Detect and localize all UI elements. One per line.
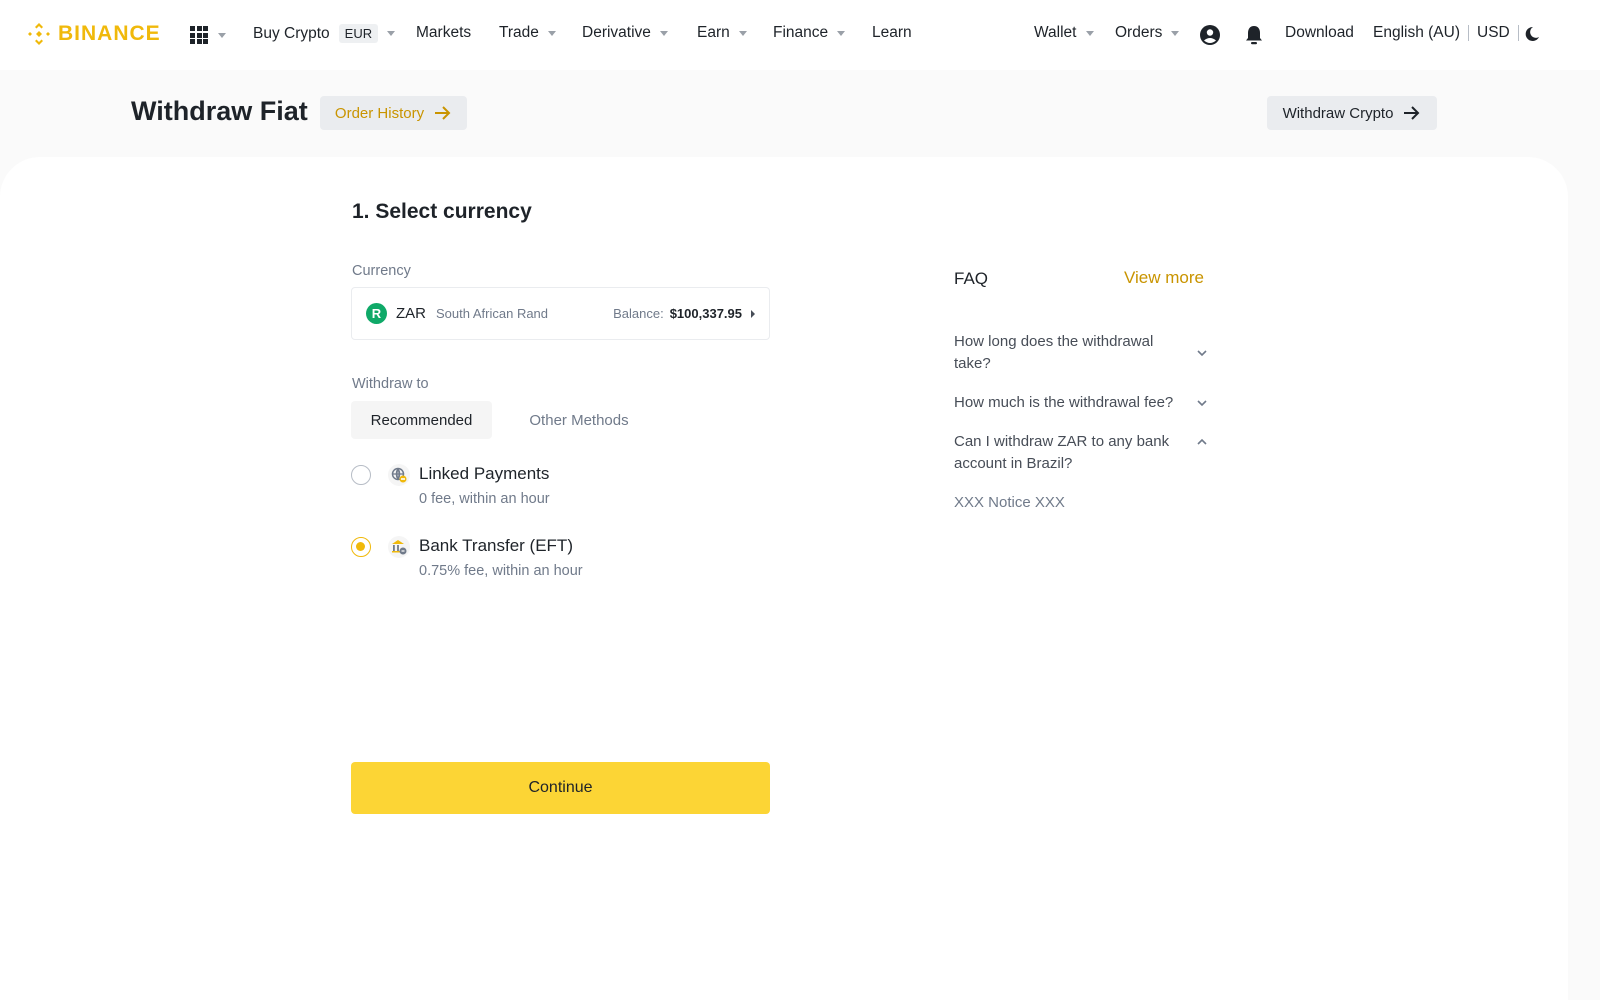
caret-right-icon bbox=[751, 309, 755, 318]
nav-trade-label: Trade bbox=[499, 24, 539, 41]
language-selector[interactable]: English (AU) bbox=[1373, 24, 1460, 42]
caret-down-icon bbox=[837, 30, 846, 36]
nav-learn[interactable]: Learn bbox=[872, 24, 912, 42]
method-radio-selected[interactable] bbox=[351, 537, 371, 557]
divider bbox=[1517, 25, 1519, 41]
faq-answer-notice: XXX Notice XXX bbox=[954, 494, 1065, 511]
apps-grid-icon bbox=[190, 26, 208, 44]
nav-buy-crypto[interactable]: Buy Crypto EUR bbox=[253, 24, 396, 43]
nav-earn-label: Earn bbox=[697, 24, 730, 41]
globe-card-icon bbox=[388, 464, 410, 486]
caret-down-icon bbox=[1085, 30, 1094, 36]
currency-name: South African Rand bbox=[436, 306, 549, 321]
faq-question-expanded[interactable]: Can I withdraw ZAR to any bank account i… bbox=[954, 431, 1214, 475]
chevron-up-icon bbox=[1197, 438, 1207, 445]
method-subtitle: 0.75% fee, within an hour bbox=[419, 563, 583, 579]
fiat-currency-badge: EUR bbox=[338, 24, 379, 43]
tab-other-methods[interactable]: Other Methods bbox=[510, 401, 648, 439]
caret-down-icon bbox=[547, 30, 556, 36]
top-nav-bar: BINANCE Buy Crypto EUR Markets Trade Der… bbox=[0, 0, 1600, 70]
faq-question-text: Can I withdraw ZAR to any bank account i… bbox=[954, 433, 1170, 472]
apps-menu-button[interactable] bbox=[190, 26, 226, 44]
faq-question[interactable]: How much is the withdrawal fee? bbox=[954, 392, 1214, 414]
faq-question-text: How long does the withdrawal take? bbox=[954, 333, 1154, 372]
page-title: Withdraw Fiat bbox=[131, 96, 308, 126]
faq-title: FAQ bbox=[954, 269, 989, 288]
caret-down-icon bbox=[738, 30, 747, 36]
currency-select[interactable]: R ZAR South African Rand Balance: $100,3… bbox=[351, 287, 770, 340]
binance-diamond-icon bbox=[28, 23, 50, 45]
currency-label: Currency bbox=[352, 263, 411, 279]
nav-finance[interactable]: Finance bbox=[773, 24, 846, 42]
method-radio[interactable] bbox=[351, 465, 371, 485]
profile-icon bbox=[1200, 25, 1220, 45]
binance-logo[interactable]: BINANCE bbox=[26, 21, 161, 47]
locale-settings: English (AU) USD bbox=[1373, 24, 1519, 42]
caret-down-icon bbox=[387, 31, 396, 36]
chevron-down-icon bbox=[1197, 350, 1207, 357]
nav-buy-crypto-label: Buy Crypto bbox=[253, 24, 330, 42]
withdraw-to-label: Withdraw to bbox=[352, 376, 429, 392]
order-history-label: Order History bbox=[334, 104, 425, 122]
zar-coin-icon: R bbox=[366, 303, 387, 324]
nav-trade[interactable]: Trade bbox=[499, 24, 556, 42]
currency-selector[interactable]: USD bbox=[1477, 24, 1510, 42]
faq-question[interactable]: How long does the withdrawal take? bbox=[954, 331, 1214, 375]
notifications-button[interactable] bbox=[1243, 24, 1265, 46]
nav-wallet-label: Wallet bbox=[1034, 24, 1077, 41]
method-subtitle: 0 fee, within an hour bbox=[419, 491, 550, 507]
balance-label: Balance: bbox=[613, 306, 664, 321]
bell-icon bbox=[1246, 26, 1262, 45]
theme-toggle[interactable] bbox=[1523, 25, 1541, 43]
nav-derivative-label: Derivative bbox=[582, 24, 651, 41]
nav-earn[interactable]: Earn bbox=[697, 24, 747, 42]
nav-orders-label: Orders bbox=[1115, 24, 1163, 41]
method-linked-payments[interactable]: Linked Payments 0 fee, within an hour bbox=[351, 464, 771, 519]
step-title: 1. Select currency bbox=[352, 200, 532, 223]
nav-markets-label: Markets bbox=[416, 24, 472, 41]
faq-question-text: How much is the withdrawal fee? bbox=[954, 394, 1174, 411]
nav-learn-label: Learn bbox=[872, 24, 912, 41]
brand-name: BINANCE bbox=[58, 22, 161, 45]
nav-finance-label: Finance bbox=[773, 24, 829, 41]
content-panel bbox=[0, 157, 1568, 1000]
order-history-button[interactable]: Order History bbox=[320, 96, 467, 130]
nav-wallet[interactable]: Wallet bbox=[1034, 24, 1094, 42]
balance-value: $100,337.95 bbox=[669, 306, 742, 321]
caret-down-icon bbox=[659, 30, 668, 36]
divider bbox=[1468, 25, 1469, 41]
nav-download[interactable]: Download bbox=[1285, 24, 1354, 42]
chevron-down-icon bbox=[1197, 400, 1207, 407]
method-title: Linked Payments bbox=[419, 464, 550, 483]
method-title: Bank Transfer (EFT) bbox=[419, 536, 573, 555]
arrow-right-icon bbox=[1404, 106, 1420, 120]
profile-button[interactable] bbox=[1199, 24, 1221, 46]
withdraw-crypto-button[interactable]: Withdraw Crypto bbox=[1267, 96, 1437, 130]
moon-icon bbox=[1525, 26, 1539, 41]
withdraw-crypto-label: Withdraw Crypto bbox=[1282, 104, 1394, 122]
caret-down-icon bbox=[218, 32, 226, 38]
nav-derivative[interactable]: Derivative bbox=[582, 24, 668, 42]
arrow-right-icon bbox=[435, 106, 451, 120]
method-bank-transfer[interactable]: Bank Transfer (EFT) 0.75% fee, within an… bbox=[351, 536, 771, 591]
nav-markets[interactable]: Markets bbox=[416, 24, 471, 42]
currency-code: ZAR bbox=[396, 305, 426, 322]
nav-download-label: Download bbox=[1285, 24, 1354, 41]
faq-view-more-link[interactable]: View more bbox=[1124, 268, 1204, 288]
bank-icon bbox=[388, 536, 410, 558]
caret-down-icon bbox=[1171, 30, 1180, 36]
tab-recommended[interactable]: Recommended bbox=[351, 401, 492, 439]
continue-button[interactable]: Continue bbox=[351, 762, 770, 814]
nav-orders[interactable]: Orders bbox=[1115, 24, 1180, 42]
